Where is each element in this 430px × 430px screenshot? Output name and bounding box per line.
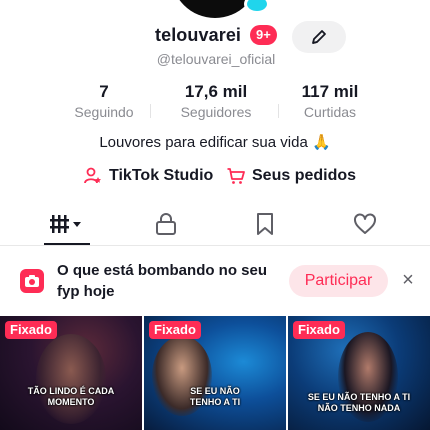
profile-handle: @telouvarei_oficial [156, 51, 276, 67]
video-thumbnail[interactable]: Fixado SE EU NÃO TENHO A TI [144, 316, 286, 430]
stat-following[interactable]: 7 Seguindo [68, 82, 140, 120]
pencil-icon [312, 30, 326, 44]
video-grid: Fixado TÃO LINDO É CADA MOMENTO Fixado S… [0, 316, 430, 430]
video-thumbnail[interactable]: Fixado SE EU NÃO TENHO A TI NÃO TENHO NA… [288, 316, 430, 430]
stat-likes-label: Curtidas [303, 104, 357, 120]
tab-liked[interactable] [330, 206, 400, 246]
profile-tabs [0, 206, 430, 246]
stat-divider [278, 104, 279, 118]
stat-followers-label: Seguidores [180, 104, 252, 120]
orders-link[interactable]: Seus pedidos [226, 166, 356, 186]
tiktok-studio-label: TikTok Studio [109, 167, 214, 184]
tab-private[interactable] [131, 206, 201, 246]
cart-icon [227, 168, 245, 184]
studio-person-icon [84, 167, 101, 184]
camera-icon [20, 269, 44, 293]
stat-divider [150, 104, 151, 118]
join-button[interactable]: Participar [289, 265, 388, 297]
tab-saved[interactable] [230, 206, 300, 246]
stat-followers[interactable]: 17,6 mil Seguidores [170, 82, 262, 120]
profile-links: TikTok Studio Seus pedidos [0, 166, 430, 190]
profile-name-row: telouvarei 9+ [0, 20, 430, 53]
lock-icon [156, 213, 176, 235]
profile-bio: Louvores para edificar sua vida 🙏 [99, 134, 331, 151]
video-caption: SE EU NÃO TENHO A TI NÃO TENHO NADA [307, 392, 411, 413]
pinned-badge: Fixado [5, 321, 57, 339]
close-icon[interactable]: × [397, 269, 419, 291]
stat-likes-value: 117 mil [301, 82, 359, 101]
banner-text: O que está bombando no seu fyp hoje [57, 262, 268, 300]
pinned-badge: Fixado [293, 321, 345, 339]
username: telouvarei [155, 25, 242, 45]
trending-banner[interactable]: O que está bombando no seu fyp hoje Part… [0, 250, 430, 310]
pinned-badge: Fixado [149, 321, 201, 339]
video-caption: SE EU NÃO TENHO A TI [189, 386, 241, 407]
video-thumbnail[interactable]: Fixado TÃO LINDO É CADA MOMENTO [0, 316, 142, 430]
orders-label: Seus pedidos [252, 167, 357, 184]
heart-icon [354, 213, 376, 234]
stat-following-value: 7 [99, 82, 109, 101]
bookmark-icon [257, 213, 273, 235]
stat-following-label: Seguindo [74, 104, 134, 120]
tab-videos[interactable] [32, 206, 102, 246]
tabs-divider [0, 245, 430, 246]
video-caption: TÃO LINDO É CADA MOMENTO [27, 386, 115, 407]
stat-followers-value: 17,6 mil [184, 82, 248, 101]
video-figure [36, 334, 106, 424]
stat-likes[interactable]: 117 mil Curtidas [294, 82, 366, 120]
edit-profile-button[interactable] [292, 21, 346, 53]
notification-badge[interactable]: 9+ [250, 25, 277, 45]
videos-grid-icon [50, 215, 81, 233]
tiktok-studio-link[interactable]: TikTok Studio [83, 166, 213, 186]
